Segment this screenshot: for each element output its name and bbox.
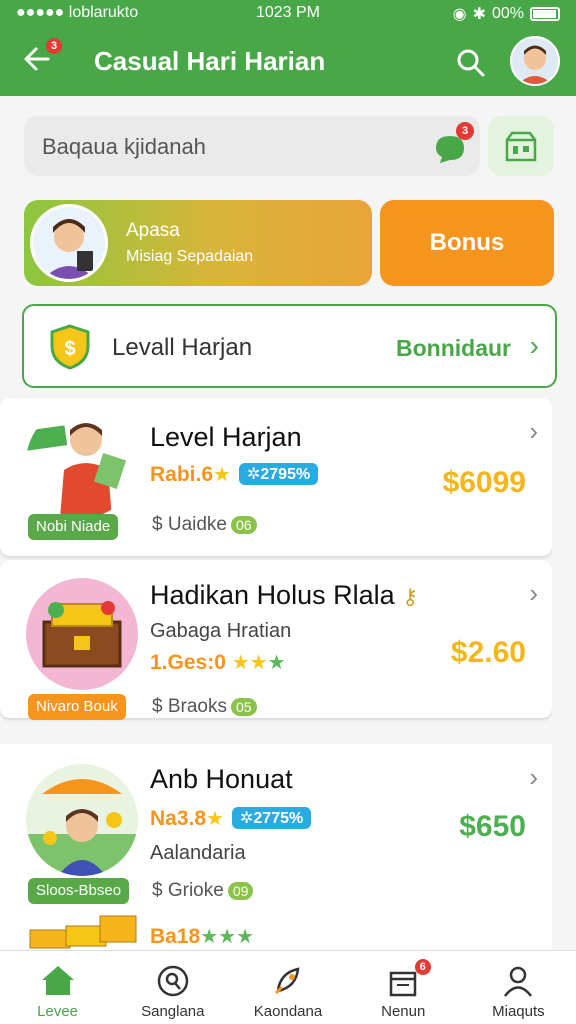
store-icon [505,131,537,162]
meta-badge: 09 [227,882,254,900]
tab-badge: 6 [414,959,431,975]
tab-label: Levee [37,1003,79,1020]
list-item[interactable]: Sloos-Bbseo Anb Honuat Na3.8★ ✲2775% Aala… [0,744,552,950]
item-tag: Nivaro Bouk [28,694,126,720]
offer-list: Nobi Niade Level Harjan Rabi.6★ ✲2795% $ … [0,398,552,950]
tab-sanglana[interactable]: Sanglana [115,951,230,1024]
star-icon: ★ [206,808,224,830]
notification-badge: 3 [46,38,62,54]
item-rating: Rabi.6★ ✲2795% [150,462,319,487]
rocket-icon [274,967,300,995]
item-meta: $ Uaidke 06 [152,514,257,536]
item-price: $6099 [442,466,526,499]
tab-miaquts[interactable]: Miaquts [461,951,576,1024]
item-tag: Nobi Niade [28,514,119,540]
item-thumbnail [26,764,138,876]
list-item[interactable]: Nivaro Bouk Hadikan Holus Rlala ⚷ Gabaga… [0,560,552,720]
search-icon [157,965,189,997]
chevron-right-icon[interactable]: › [529,762,538,793]
star-icon: ★ [213,464,231,486]
promo-title: Apasa [126,220,180,241]
promo-subtitle: Misiag Sepadaian [126,248,254,265]
home-icon [41,966,74,995]
shield-dollar-icon: $ [50,324,90,370]
level-link[interactable]: Bonnidaur [396,335,511,362]
meta-badge: 06 [231,516,257,534]
stars-icon: ★★★ [231,652,286,674]
percent-badge: ✲2775% [231,807,312,829]
status-icons: ◉ ✱ 00% [453,4,560,24]
promo-avatar [30,204,108,282]
rating-value: Rabi.6 [150,463,214,486]
search-placeholder: Baqaua kjidanah [42,134,206,159]
stars-icon: ★★★ [200,926,254,948]
search-button[interactable] [456,48,486,78]
promo-banner[interactable]: Apasa Misiag Sepadaian [24,200,372,286]
app-header: ●●●●● loblarukto 1023 PM ◉ ✱ 00% 3 Casua… [0,0,576,96]
meta-label: $ Uaidke [152,514,227,535]
item-tag: Sloos-Bbseo [28,878,130,904]
rating-value: Ba18 [150,925,201,948]
tab-levee[interactable]: Levee [0,951,115,1024]
search-input[interactable]: Baqaua kjidanah [24,116,480,176]
item-title: Anb Honuat [150,764,293,794]
tab-label: Nenun [381,1003,426,1020]
bluetooth-icon: ✱ [472,6,486,23]
rating-value: 1.Ges:0 [150,651,226,674]
avatar[interactable] [510,36,560,86]
tab-label: Kaondana [253,1003,323,1020]
gold-bars-icon [29,915,137,949]
item-price: $2.60 [450,636,526,669]
level-card[interactable]: $ Levall Harjan Bonnidaur › [22,304,557,388]
status-bar: ●●●●● loblarukto 1023 PM ◉ ✱ 00% [0,4,576,24]
chevron-right-icon[interactable]: › [529,578,538,609]
item-price: $650 [459,810,526,843]
search-icon [457,49,485,77]
character-icon [26,779,138,876]
meta-badge: 05 [230,698,257,716]
item-thumbnail [26,578,138,690]
level-title: Levall Harjan [112,334,253,361]
battery-text: 00% [491,5,524,22]
item-subtitle: Gabaga Hratian [150,620,292,642]
item-title: Level Harjan [150,422,302,452]
alarm-icon: ◉ [452,6,467,23]
meta-label: $ Braoks [152,696,227,717]
item-title-text: Hadikan Holus Rlala [150,580,395,610]
profile-icon [504,966,533,997]
meta-label: $ Grioke [152,880,224,901]
battery-icon [530,7,560,21]
item-subtitle: Aalandaria [150,842,246,864]
key-icon: ⚷ [402,584,419,609]
store-button[interactable] [488,116,554,176]
item-title: Hadikan Holus Rlala ⚷ [150,580,418,611]
item-meta: $ Grioke 09 [152,880,254,902]
list-item[interactable]: Nobi Niade Level Harjan Rabi.6★ ✲2795% $ … [0,398,552,556]
chevron-right-icon[interactable]: › [529,416,538,447]
item-rating: 1.Ges:0 ★★★ [150,650,286,675]
item-thumbnail [26,406,138,518]
bonus-button[interactable]: Bonus [380,200,554,286]
partial-item-rating: Ba18★★★ [150,924,254,949]
chat-badge: 3 [456,122,474,140]
item-meta: $ Braoks 05 [152,696,257,718]
chevron-right-icon: › [529,330,539,361]
svg-text:$: $ [64,338,75,360]
character-icon [26,423,127,518]
user-avatar-icon [512,38,558,84]
character-avatar-icon [33,207,105,279]
tab-label: Miaquts [492,1003,545,1020]
tab-kaondana[interactable]: Kaondana [230,951,345,1024]
percent-badge: ✲2795% [238,463,319,485]
treasure-chest-icon [42,601,122,668]
chat-button[interactable]: 3 [432,122,474,166]
page-title: Casual Hari Harian [94,46,326,76]
rating-value: Na3.8 [150,807,207,830]
tab-nenun[interactable]: 6 Nenun [346,951,461,1024]
back-button[interactable]: 3 [22,38,62,80]
item-rating: Na3.8★ ✲2775% [150,806,312,831]
tab-label: Sanglana [141,1003,205,1020]
bottom-nav: Levee Sanglana Kaondana 6 Nenun Miaquts [0,950,576,1024]
nav-bar: 3 Casual Hari Harian [0,36,576,88]
